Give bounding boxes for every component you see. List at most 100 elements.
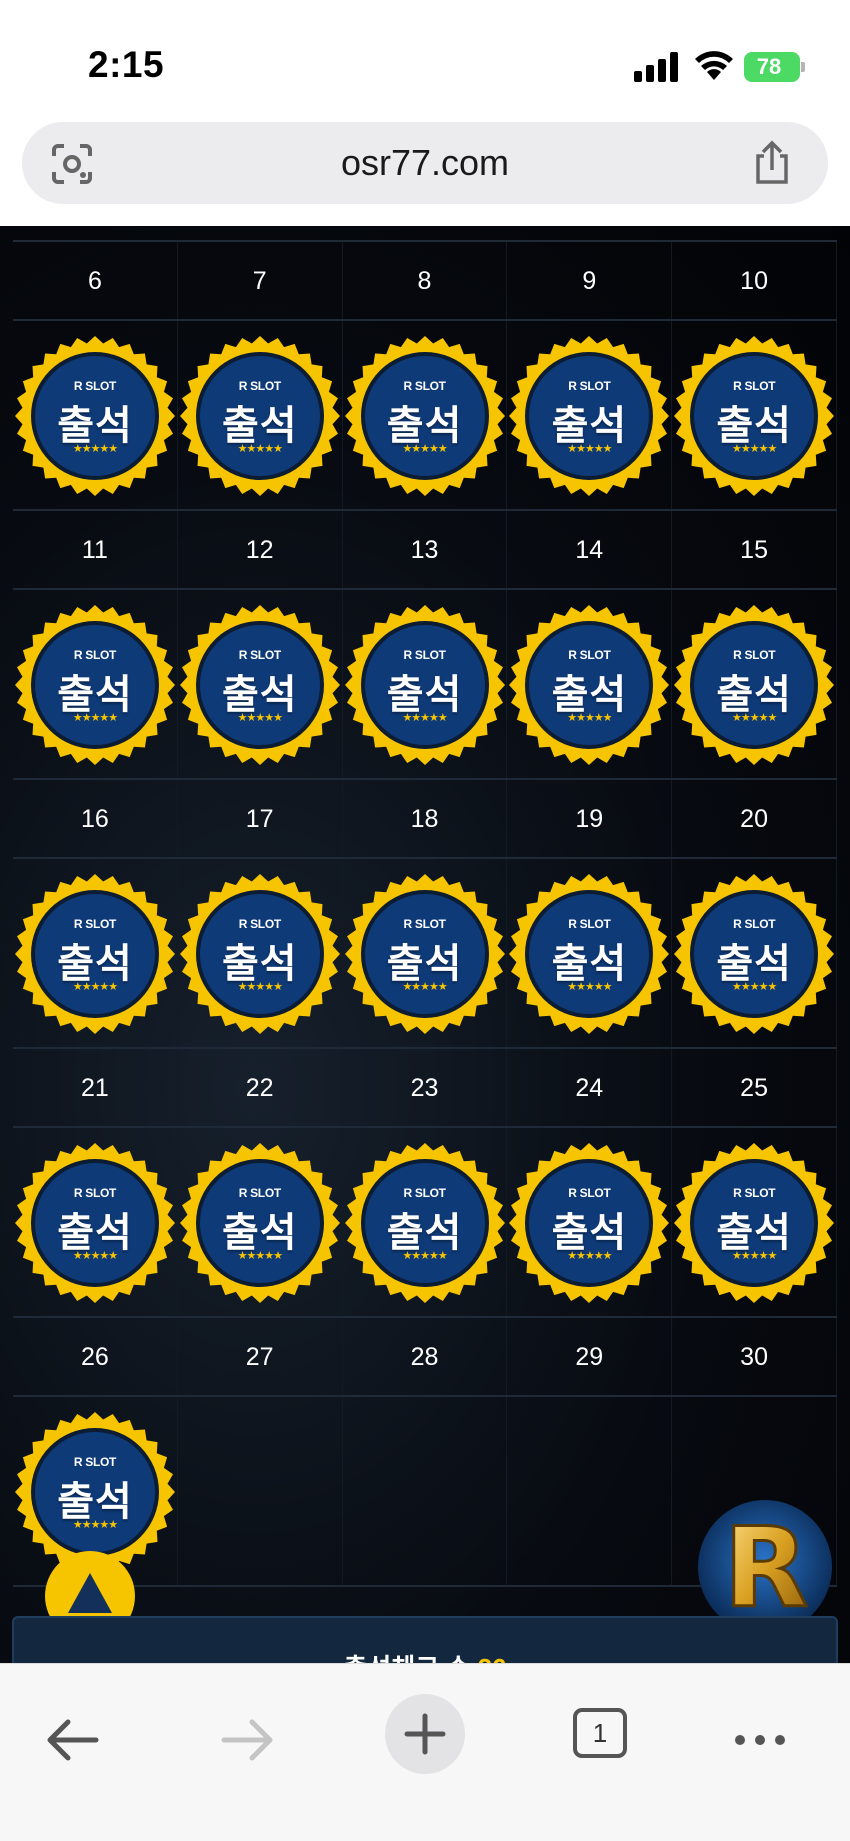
- address-bar[interactable]: osr77.com: [22, 122, 828, 204]
- attendance-stamp: R SLOT 출석 ★★★★★: [14, 1411, 176, 1573]
- status-time: 2:15: [88, 44, 165, 85]
- calendar-day-cell: R SLOT 출석 ★★★★★: [343, 1128, 508, 1316]
- calendar-day-cell: R SLOT 출석 ★★★★★: [13, 321, 178, 509]
- attendance-stamp: R SLOT 출석 ★★★★★: [344, 604, 506, 766]
- badge-stars: ★★★★★: [402, 443, 447, 455]
- badge-stars: ★★★★★: [72, 981, 118, 993]
- day-number: 13: [343, 511, 508, 588]
- attendance-stamp: R SLOT 출석 ★★★★★: [344, 335, 506, 497]
- badge-brand: R SLOT: [403, 1186, 446, 1200]
- calendar-day-row: 16 17 18 19 20: [13, 780, 837, 859]
- badge-brand: R SLOT: [73, 917, 117, 931]
- url-text[interactable]: osr77.com: [22, 142, 828, 184]
- badge-stars: ★★★★★: [567, 1250, 612, 1262]
- badge-stars: ★★★★★: [732, 712, 777, 724]
- badge-stars: ★★★★★: [402, 1250, 447, 1262]
- badge-stars: ★★★★★: [72, 712, 118, 724]
- badge-brand: R SLOT: [238, 648, 282, 662]
- badge-stars: ★★★★★: [732, 443, 777, 455]
- day-number: 10: [672, 242, 837, 319]
- badge-stars: ★★★★★: [237, 443, 283, 455]
- badge-brand: R SLOT: [73, 379, 117, 393]
- plus-icon: [404, 1713, 446, 1755]
- day-number: 29: [507, 1318, 673, 1395]
- attendance-stamp: R SLOT 출석 ★★★★★: [508, 604, 670, 766]
- attendance-stamp: R SLOT 출석 ★★★★★: [179, 873, 341, 1035]
- attendance-stamp: R SLOT 출석 ★★★★★: [179, 604, 341, 766]
- calendar-day-cell: R SLOT 출석 ★★★★★: [507, 321, 673, 509]
- attendance-calendar: 6 7 8 9 10 R SLOT 출석 ★★★★★ R SLOT 출석 ★★★★★ R SLOT 출석…: [13, 226, 837, 1587]
- badge-stars: ★★★★★: [237, 1250, 283, 1262]
- attendance-stamp: R SLOT 출석 ★★★★★: [508, 335, 670, 497]
- day-number: 18: [343, 780, 508, 857]
- day-number: 7: [178, 242, 343, 319]
- badge-stars: ★★★★★: [732, 981, 777, 993]
- svg-text:R: R: [724, 1504, 809, 1632]
- calendar-day-row: 21 22 23 24 25: [13, 1049, 837, 1128]
- day-number: 17: [178, 780, 343, 857]
- badge-brand: R SLOT: [568, 1186, 611, 1200]
- calendar-day-cell: R SLOT 출석 ★★★★★: [672, 859, 837, 1047]
- day-number: 30: [672, 1318, 837, 1395]
- more-icon[interactable]: [720, 1700, 800, 1780]
- calendar-day-cell: R SLOT 출석 ★★★★★: [178, 321, 343, 509]
- new-tab-button[interactable]: [385, 1694, 465, 1774]
- badge-brand: R SLOT: [238, 379, 282, 393]
- badge-brand: R SLOT: [733, 648, 776, 662]
- badge-brand: R SLOT: [403, 379, 446, 393]
- badge-stars: ★★★★★: [567, 981, 612, 993]
- calendar-badge-row: R SLOT 출석 ★★★★★ R SLOT 출석 ★★★★★ R SLOT 출석 ★★★★★ R…: [13, 1128, 837, 1318]
- summary-count: 26: [478, 1653, 507, 1663]
- calendar-badge-row: R SLOT 출석 ★★★★★ R SLOT 출석 ★★★★★ R SLOT 출석 ★★★★★ R…: [13, 859, 837, 1049]
- badge-stars: ★★★★★: [402, 981, 447, 993]
- cellular-signal-icon: [634, 52, 682, 82]
- day-number: 14: [507, 511, 673, 588]
- calendar-day-cell: R SLOT 출석 ★★★★★: [343, 859, 508, 1047]
- calendar-day-cell: R SLOT 출석 ★★★★★: [13, 859, 178, 1047]
- badge-stars: ★★★★★: [237, 981, 283, 993]
- arrow-left-icon[interactable]: [32, 1700, 112, 1780]
- calendar-day-cell: R SLOT 출석 ★★★★★: [507, 590, 673, 778]
- day-number: 15: [672, 511, 837, 588]
- battery-level: 78: [744, 52, 800, 82]
- attendance-stamp: R SLOT 출석 ★★★★★: [344, 873, 506, 1035]
- attendance-stamp: R SLOT 출석 ★★★★★: [673, 873, 835, 1035]
- calendar-day-row: 6 7 8 9 10: [13, 242, 837, 321]
- badge-brand: R SLOT: [73, 1455, 117, 1469]
- day-number: 9: [507, 242, 673, 319]
- tabs-button[interactable]: 1: [573, 1708, 627, 1758]
- calendar-day-cell: [507, 1397, 673, 1585]
- calendar-day-cell: R SLOT 출석 ★★★★★: [178, 1128, 343, 1316]
- badge-stars: ★★★★★: [402, 712, 447, 724]
- share-icon[interactable]: [750, 140, 794, 186]
- day-number: 8: [343, 242, 508, 319]
- badge-stars: ★★★★★: [567, 443, 612, 455]
- calendar-day-cell: R SLOT 출석 ★★★★★: [13, 1128, 178, 1316]
- day-number: 11: [13, 511, 178, 588]
- calendar-day-row: 26 27 28 29 30: [13, 1318, 837, 1397]
- attendance-summary: 출석체크 수 26: [12, 1616, 838, 1663]
- badge-stars: ★★★★★: [567, 712, 612, 724]
- badge-brand: R SLOT: [568, 379, 611, 393]
- attendance-stamp: R SLOT 출석 ★★★★★: [14, 604, 176, 766]
- day-number: 28: [343, 1318, 508, 1395]
- badge-brand: R SLOT: [733, 1186, 776, 1200]
- day-number: 26: [13, 1318, 178, 1395]
- day-number: 21: [13, 1049, 178, 1126]
- arrow-right-icon[interactable]: [208, 1700, 288, 1780]
- calendar-day-cell: R SLOT 출석 ★★★★★: [672, 321, 837, 509]
- day-number: 6: [13, 242, 178, 319]
- attendance-stamp: R SLOT 출석 ★★★★★: [179, 1142, 341, 1304]
- badge-brand: R SLOT: [73, 1186, 117, 1200]
- badge-stars: ★★★★★: [72, 1250, 118, 1262]
- summary-label: 출석체크 수: [344, 1653, 471, 1663]
- calendar-day-cell: R SLOT 출석 ★★★★★: [13, 590, 178, 778]
- attendance-stamp: R SLOT 출석 ★★★★★: [344, 1142, 506, 1304]
- badge-brand: R SLOT: [238, 1186, 282, 1200]
- day-number: 16: [13, 780, 178, 857]
- day-number: 22: [178, 1049, 343, 1126]
- calendar-day-cell: R SLOT 출석 ★★★★★: [507, 1128, 673, 1316]
- badge-brand: R SLOT: [733, 917, 776, 931]
- calendar-day-cell: [343, 1397, 508, 1585]
- calendar-day-cell: R SLOT 출석 ★★★★★: [178, 859, 343, 1047]
